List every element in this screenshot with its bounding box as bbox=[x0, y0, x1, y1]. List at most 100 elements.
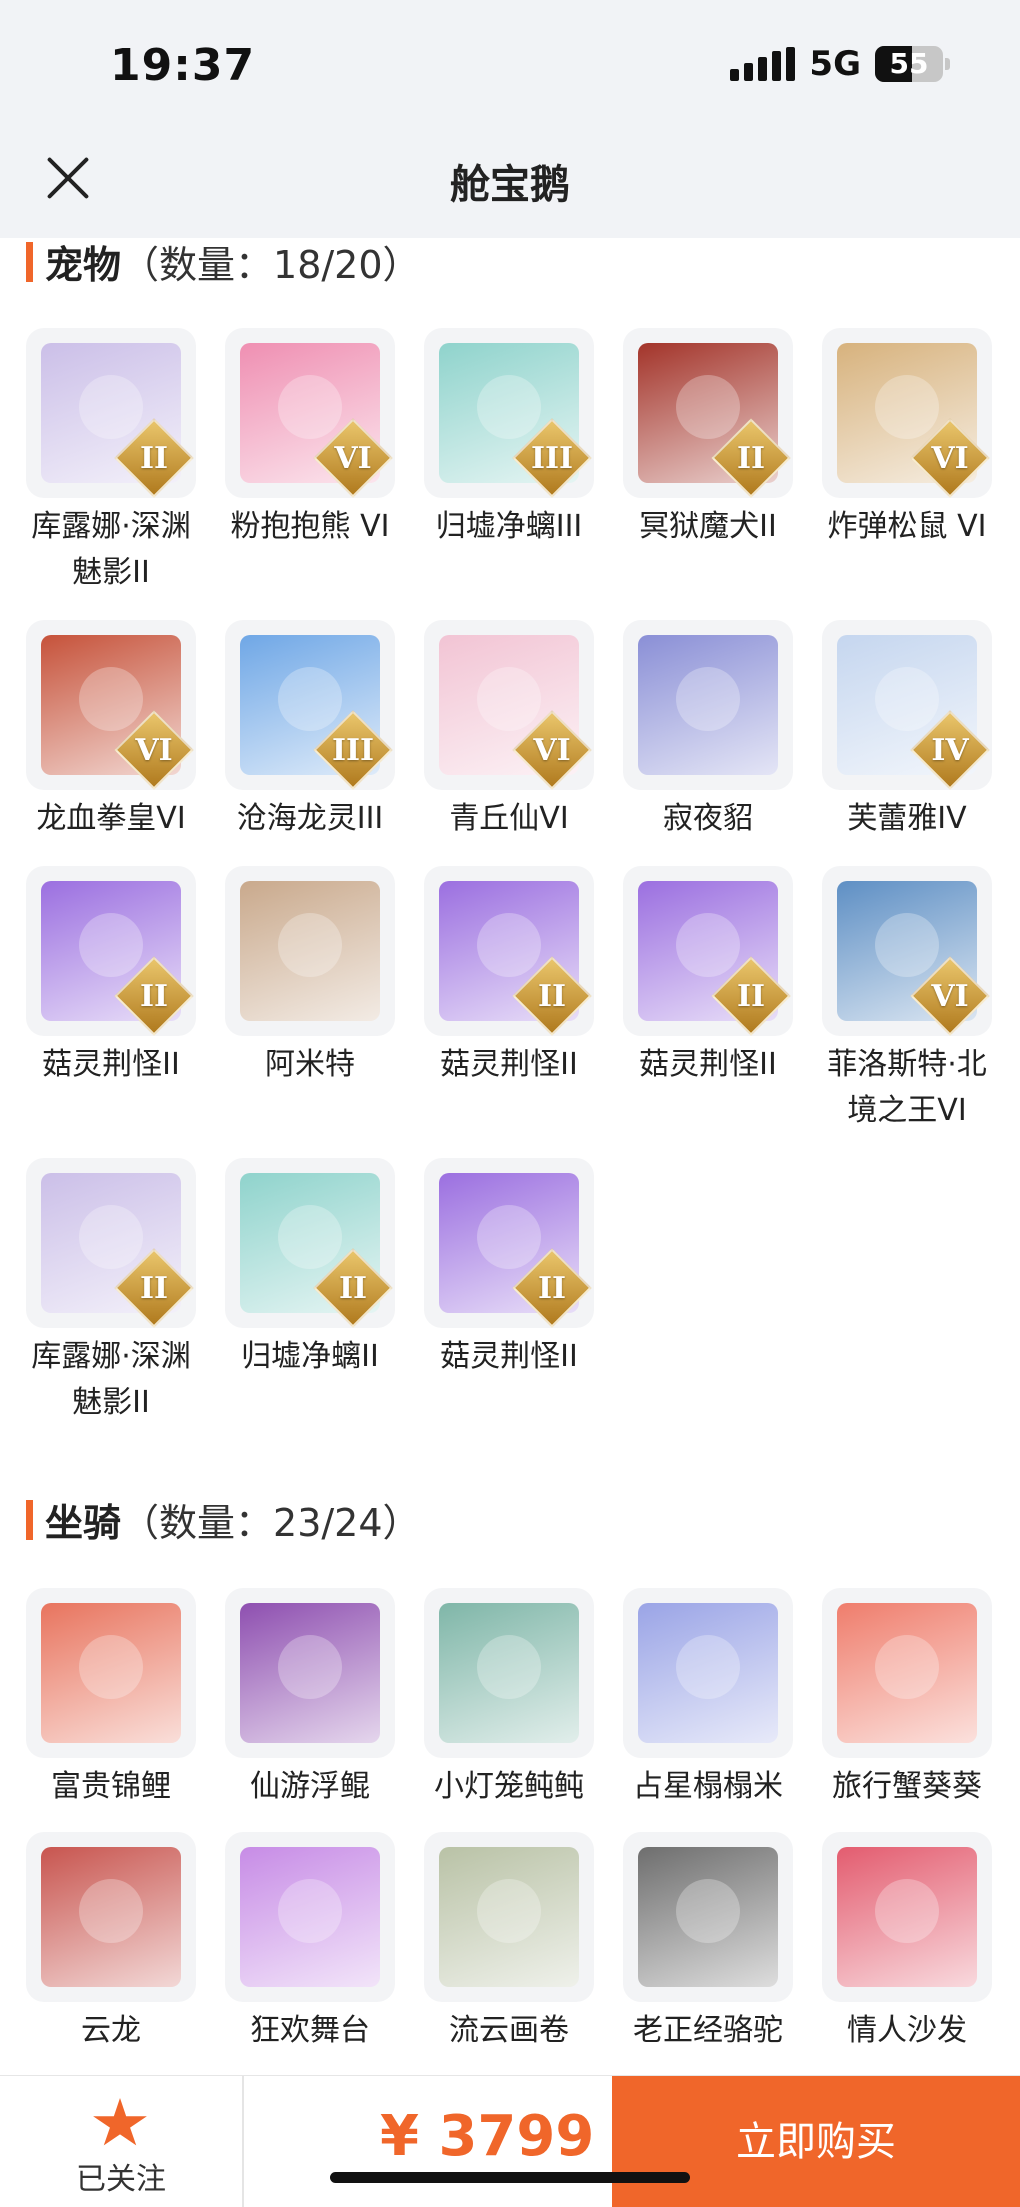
mounts-section-title: 坐骑 bbox=[45, 1501, 122, 1545]
pet-card-label: 寂夜貂 bbox=[663, 801, 753, 836]
pet-card[interactable]: II 菇灵荆怪II bbox=[424, 866, 594, 1134]
mount-card-label: 仙游浮鲲 bbox=[250, 1769, 370, 1804]
grade-badge-text: II bbox=[537, 979, 567, 1014]
bottom-action-bar: 已关注 ¥ 3799 立即购买 bbox=[0, 2075, 1020, 2207]
pet-card-label: 菇灵荆怪II bbox=[440, 1047, 578, 1082]
battery-icon: 55 bbox=[875, 46, 943, 82]
pet-card-thumbnail: VI bbox=[822, 866, 992, 1036]
mount-card-thumbnail bbox=[225, 1832, 395, 2002]
pet-card-thumbnail bbox=[623, 620, 793, 790]
battery-level: 55 bbox=[889, 47, 929, 80]
grade-badge-text: II bbox=[736, 979, 766, 1014]
mount-card-image bbox=[240, 1603, 380, 1743]
grade-badge-text: VI bbox=[931, 441, 969, 476]
mount-card[interactable]: 流云画卷 bbox=[424, 1832, 594, 2054]
grade-badge-text: VI bbox=[931, 979, 969, 1014]
grade-badge-text: VI bbox=[334, 441, 372, 476]
mount-card[interactable]: 云龙 bbox=[26, 1832, 196, 2054]
status-time: 19:37 bbox=[110, 40, 256, 91]
divider bbox=[242, 2076, 244, 2207]
pet-card-label: 龙血拳皇VI bbox=[36, 801, 186, 836]
pet-card[interactable]: II 库露娜·深渊魅影II bbox=[26, 328, 196, 596]
pet-card[interactable]: VI 青丘仙VI bbox=[424, 620, 594, 842]
star-icon bbox=[93, 2098, 147, 2146]
mount-card[interactable]: 情人沙发 bbox=[822, 1832, 992, 2054]
mount-card-label: 旅行蟹葵葵 bbox=[832, 1769, 982, 1804]
signal-icon bbox=[730, 47, 796, 81]
pet-card[interactable]: III 归墟净螭III bbox=[424, 328, 594, 596]
mount-card-image bbox=[837, 1603, 977, 1743]
mount-card-label: 富贵锦鲤 bbox=[51, 1769, 171, 1804]
pet-card[interactable]: VI 粉抱抱熊 VI bbox=[225, 328, 395, 596]
grade-badge-text: II bbox=[736, 441, 766, 476]
section-accent-bar bbox=[26, 241, 33, 282]
mount-card-thumbnail bbox=[623, 1588, 793, 1758]
mount-card-label: 云龙 bbox=[81, 2013, 141, 2048]
mount-card[interactable]: 狂欢舞台 bbox=[225, 1832, 395, 2054]
pets-section-count: （数量：18/20） bbox=[121, 243, 421, 287]
mount-card[interactable]: 小灯笼鲀鲀 bbox=[424, 1588, 594, 1810]
pet-card[interactable]: II 库露娜·深渊魅影II bbox=[26, 1158, 196, 1426]
pet-card-label: 沧海龙灵III bbox=[236, 801, 384, 836]
grade-badge-text: IV bbox=[931, 733, 969, 768]
page-title: 舱宝鹅 bbox=[450, 162, 570, 208]
pet-card[interactable]: II 菇灵荆怪II bbox=[424, 1158, 594, 1426]
mount-card-image bbox=[837, 1847, 977, 1987]
pet-card-thumbnail: II bbox=[623, 328, 793, 498]
pet-card[interactable]: 寂夜貂 bbox=[623, 620, 793, 842]
mount-card-label: 情人沙发 bbox=[847, 2013, 967, 2048]
pet-card[interactable]: VI 炸弹松鼠 VI bbox=[822, 328, 992, 596]
grade-badge-text: VI bbox=[533, 733, 571, 768]
mount-card-label: 狂欢舞台 bbox=[250, 2013, 370, 2048]
mounts-grid: 富贵锦鲤 仙游浮鲲 小灯笼鲀鲀 占星榻榻米 旅行蟹葵葵云龙 狂欢舞台 流云画卷 老正经骆驼 情人… bbox=[26, 1588, 992, 2054]
mount-card-thumbnail bbox=[822, 1832, 992, 2002]
pet-card-image bbox=[638, 635, 778, 775]
pet-card-thumbnail: VI bbox=[225, 328, 395, 498]
mounts-section-count: （数量：23/24） bbox=[121, 1501, 421, 1545]
mount-card[interactable]: 旅行蟹葵葵 bbox=[822, 1588, 992, 1810]
grade-badge-text: II bbox=[537, 1271, 567, 1306]
pet-card-thumbnail: VI bbox=[26, 620, 196, 790]
mount-card-thumbnail bbox=[424, 1588, 594, 1758]
pet-card-label: 菇灵荆怪II bbox=[440, 1339, 578, 1374]
pet-card-thumbnail: VI bbox=[822, 328, 992, 498]
pet-card[interactable]: VI 龙血拳皇VI bbox=[26, 620, 196, 842]
mount-card-thumbnail bbox=[26, 1588, 196, 1758]
pet-card-thumbnail: II bbox=[424, 866, 594, 1036]
price: ¥ 3799 bbox=[380, 2104, 595, 2169]
grade-badge-text: III bbox=[331, 733, 375, 768]
pet-card-thumbnail: II bbox=[225, 1158, 395, 1328]
pet-card[interactable]: II 归墟净螭II bbox=[225, 1158, 395, 1426]
buy-now-button[interactable]: 立即购买 bbox=[612, 2076, 1020, 2207]
grade-badge-text: VI bbox=[135, 733, 173, 768]
pet-card[interactable]: IV 芙蕾雅IV bbox=[822, 620, 992, 842]
mount-card[interactable]: 仙游浮鲲 bbox=[225, 1588, 395, 1810]
pet-card[interactable]: VI 菲洛斯特·北境之王VI bbox=[822, 866, 992, 1134]
pet-card[interactable]: II 菇灵荆怪II bbox=[26, 866, 196, 1134]
mount-card-label: 老正经骆驼 bbox=[633, 2013, 783, 2048]
mount-card[interactable]: 老正经骆驼 bbox=[623, 1832, 793, 2054]
mount-card-label: 占星榻榻米 bbox=[633, 1769, 783, 1804]
pet-card-thumbnail: II bbox=[623, 866, 793, 1036]
top-header: 19:37 5G 55 舱宝鹅 bbox=[0, 0, 1020, 238]
pet-card-label: 粉抱抱熊 VI bbox=[230, 509, 390, 544]
mount-card[interactable]: 富贵锦鲤 bbox=[26, 1588, 196, 1810]
mount-card-image bbox=[439, 1603, 579, 1743]
pet-card-label: 菇灵荆怪II bbox=[639, 1047, 777, 1082]
pet-card-thumbnail: VI bbox=[424, 620, 594, 790]
pet-card[interactable]: III 沧海龙灵III bbox=[225, 620, 395, 842]
pet-card[interactable]: II 菇灵荆怪II bbox=[623, 866, 793, 1134]
mount-card-image bbox=[638, 1847, 778, 1987]
pet-card[interactable]: 阿米特 bbox=[225, 866, 395, 1134]
home-indicator bbox=[330, 2172, 690, 2183]
battery-tip bbox=[945, 58, 950, 70]
network-type: 5G bbox=[809, 44, 861, 84]
pet-card[interactable]: II 冥狱魔犬II bbox=[623, 328, 793, 596]
pet-card-label: 冥狱魔犬II bbox=[639, 509, 777, 544]
mount-card[interactable]: 占星榻榻米 bbox=[623, 1588, 793, 1810]
grade-badge-text: II bbox=[139, 1271, 169, 1306]
pet-card-label: 阿米特 bbox=[265, 1047, 355, 1082]
pet-card-label: 菲洛斯特·北境之王VI bbox=[827, 1047, 987, 1128]
follow-button[interactable]: 已关注 bbox=[0, 2076, 242, 2207]
mount-card-thumbnail bbox=[26, 1832, 196, 2002]
